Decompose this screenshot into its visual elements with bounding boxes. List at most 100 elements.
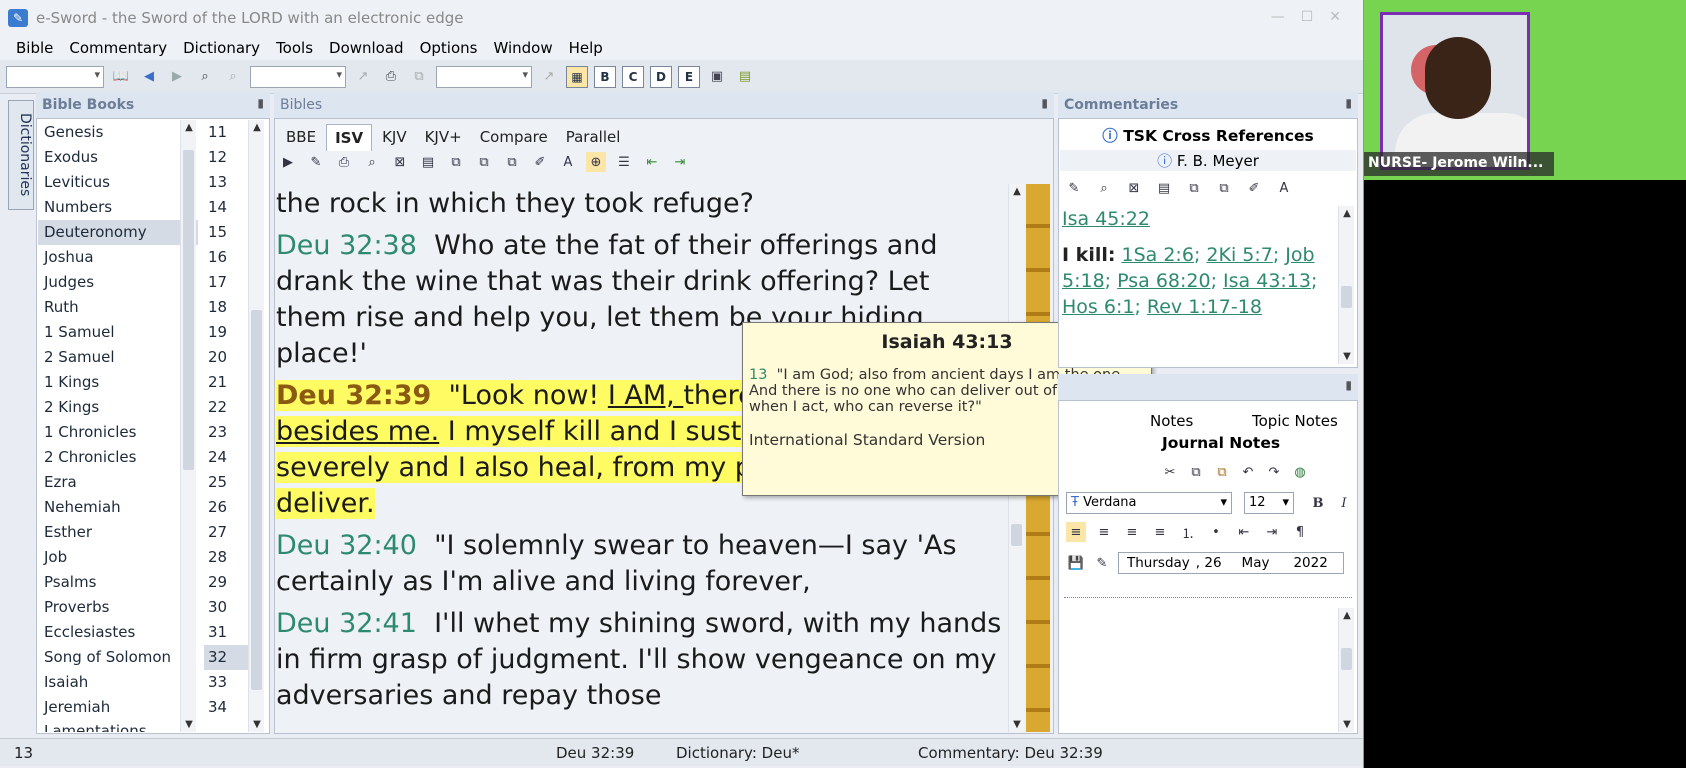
book-item[interactable]: Isaiah xyxy=(38,670,198,695)
layout-icon[interactable]: ▦ xyxy=(566,65,588,88)
chapter-item[interactable]: 20 xyxy=(204,345,248,370)
menu-commentary[interactable]: Commentary xyxy=(61,39,175,57)
copy-icon[interactable]: ⧉ xyxy=(408,66,430,88)
menu-help[interactable]: Help xyxy=(561,39,611,57)
image-icon[interactable]: ▣ xyxy=(706,66,728,88)
book-item[interactable]: Judges xyxy=(38,270,198,295)
chapter-item[interactable]: 30 xyxy=(204,595,248,620)
tab-journal-notes[interactable]: Journal Notes xyxy=(1162,434,1280,452)
chapter-list-scrollbar[interactable]: ▲ ▼ xyxy=(248,120,264,732)
minimize-icon[interactable]: — xyxy=(1271,9,1285,25)
book-item[interactable]: Genesis xyxy=(38,120,198,145)
book-item[interactable]: Psalms xyxy=(38,570,198,595)
chapter-item-selected[interactable]: 32 xyxy=(204,645,248,670)
paste-icon[interactable]: ⧉ xyxy=(1214,178,1234,198)
book-item[interactable]: Numbers xyxy=(38,195,198,220)
binoculars-icon[interactable]: ⌕ xyxy=(194,66,216,88)
size-select[interactable]: 12 ▾ xyxy=(1244,492,1294,514)
redo-icon[interactable]: ↷ xyxy=(1264,462,1284,482)
tab-tsk[interactable]: ⓘ TSK Cross References xyxy=(1060,124,1356,146)
tab-kjv-plus[interactable]: KJV+ xyxy=(417,124,470,151)
align-right-icon[interactable]: ≡ xyxy=(1122,522,1142,542)
menu-window[interactable]: Window xyxy=(485,39,560,57)
justify-icon[interactable]: ≡ xyxy=(1150,522,1170,542)
book-item[interactable]: Lamentations xyxy=(38,720,198,732)
font-icon[interactable]: A xyxy=(1274,178,1294,198)
search-all-icon[interactable]: ⌕ xyxy=(222,66,244,88)
book-item[interactable]: Nehemiah xyxy=(38,495,198,520)
bold-button[interactable]: B xyxy=(1308,493,1328,513)
commentary-c-icon[interactable]: C xyxy=(622,65,644,88)
globe-icon[interactable]: ◍ xyxy=(1290,462,1310,482)
tab-kjv[interactable]: KJV xyxy=(374,124,415,151)
book-item[interactable]: Exodus xyxy=(38,145,198,170)
tab-bbe[interactable]: BBE xyxy=(278,124,324,151)
chapter-item[interactable]: 29 xyxy=(204,570,248,595)
verse-combo[interactable] xyxy=(6,65,104,88)
chapter-item[interactable]: 15 xyxy=(204,220,248,245)
menu-options[interactable]: Options xyxy=(412,39,486,57)
find-icon[interactable]: ⊠ xyxy=(1124,178,1144,198)
xref-link[interactable]: 1Sa 2:6 xyxy=(1122,244,1194,266)
binoculars-icon[interactable]: ⌕ xyxy=(362,152,382,172)
book-item[interactable]: Proverbs xyxy=(38,595,198,620)
xref-link[interactable]: Isa 43:13 xyxy=(1223,270,1311,292)
xref-link[interactable]: Psa 68:20 xyxy=(1117,270,1210,292)
tab-parallel[interactable]: Parallel xyxy=(558,124,629,151)
chapter-item[interactable]: 13 xyxy=(204,170,248,195)
edit-icon[interactable]: ✎ xyxy=(1092,553,1112,573)
binoculars-icon[interactable]: ⌕ xyxy=(1094,178,1114,198)
paste-icon[interactable]: ⧉ xyxy=(1212,462,1232,482)
book-list-scrollbar[interactable]: ▲ ▼ xyxy=(180,120,196,732)
book-item[interactable]: Leviticus xyxy=(38,170,198,195)
doc-icon[interactable]: ▤ xyxy=(1154,178,1174,198)
paste-icon[interactable]: ⧉ xyxy=(474,152,494,172)
chapter-item[interactable]: 18 xyxy=(204,295,248,320)
book-item[interactable]: 2 Kings xyxy=(38,395,198,420)
date-picker[interactable]: Thursday, 26 May 2022 xyxy=(1118,552,1344,574)
book-item[interactable]: 1 Kings xyxy=(38,370,198,395)
align-left-icon[interactable]: ≡ xyxy=(1066,522,1086,542)
chapter-item[interactable]: 17 xyxy=(204,270,248,295)
paragraph-icon[interactable]: ¶ xyxy=(1290,522,1310,542)
dictionary-d-icon[interactable]: D xyxy=(650,65,672,88)
verse-ref[interactable]: Deu 32:39 xyxy=(276,380,431,411)
print-icon[interactable]: ⎙ xyxy=(334,152,354,172)
font-select[interactable]: Ŧ Verdana ▾ xyxy=(1066,492,1232,514)
clip-icon[interactable]: ⧉ xyxy=(502,152,522,172)
chapter-item[interactable]: 25 xyxy=(204,470,248,495)
chapter-item[interactable]: 12 xyxy=(204,145,248,170)
verse-ref[interactable]: Deu 32:38 xyxy=(276,230,417,261)
chapter-item[interactable]: 34 xyxy=(204,695,248,720)
chapter-item[interactable]: 23 xyxy=(204,420,248,445)
chapter-item[interactable]: 19 xyxy=(204,320,248,345)
chapter-item[interactable]: 27 xyxy=(204,520,248,545)
font-icon[interactable]: A xyxy=(558,152,578,172)
chapter-item[interactable]: 33 xyxy=(204,670,248,695)
tab-topic-notes[interactable]: Topic Notes xyxy=(1252,412,1338,430)
lookup-go-icon[interactable]: ↗ xyxy=(538,66,560,88)
verse-ref[interactable]: Deu 32:41 xyxy=(276,608,417,639)
align-center-icon[interactable]: ≡ xyxy=(1094,522,1114,542)
import-icon[interactable]: ⇤ xyxy=(642,152,662,172)
numbered-list-icon[interactable]: ⒈ xyxy=(1178,522,1198,542)
book-icon[interactable]: 📖 xyxy=(110,66,132,88)
book-item-selected[interactable]: Deuteronomy xyxy=(38,220,198,245)
menu-dictionary[interactable]: Dictionary xyxy=(175,39,268,57)
pin-icon[interactable]: ▮ xyxy=(1041,96,1048,110)
edit-icon[interactable]: ✎ xyxy=(1064,178,1084,198)
xref-link[interactable]: Hos 6:1 xyxy=(1062,296,1134,318)
book-item[interactable]: Job xyxy=(38,545,198,570)
book-item[interactable]: Jeremiah xyxy=(38,695,198,720)
chapter-item[interactable]: 31 xyxy=(204,620,248,645)
chapter-item[interactable]: 24 xyxy=(204,445,248,470)
book-item[interactable]: 1 Samuel xyxy=(38,320,198,345)
back-icon[interactable]: ◀ xyxy=(138,66,160,88)
book-item[interactable]: Ecclesiastes xyxy=(38,620,198,645)
maximize-icon[interactable]: ☐ xyxy=(1301,9,1314,25)
zoom-icon[interactable]: ⊕ xyxy=(586,152,606,172)
tab-isv[interactable]: ISV xyxy=(326,124,373,151)
list-icon[interactable]: ☰ xyxy=(614,152,634,172)
verse-ref[interactable]: Deu 32:40 xyxy=(276,530,417,561)
export-icon[interactable]: ⇥ xyxy=(670,152,690,172)
